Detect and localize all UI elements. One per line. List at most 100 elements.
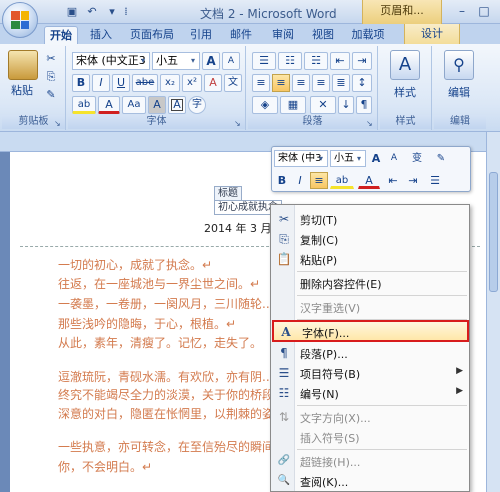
mini-phonetic-button[interactable]: 变 — [406, 150, 428, 167]
increase-indent-button[interactable]: ⇥ — [352, 52, 372, 70]
strikethrough-button[interactable]: abe — [132, 74, 158, 92]
office-button[interactable] — [2, 2, 38, 38]
tab-home[interactable]: 开始 — [44, 26, 78, 44]
mini-bold-button[interactable]: B — [274, 172, 290, 189]
mini-highlight-button[interactable]: ab — [330, 172, 354, 189]
font-name-dropdown-icon[interactable]: ▾ — [138, 54, 148, 68]
paragraph-launcher-icon[interactable]: ↘ — [366, 119, 375, 128]
grow-font-button[interactable]: A — [202, 52, 220, 70]
font-size-combo[interactable]: 小五 ▾ — [152, 52, 200, 70]
menu-item-cut[interactable]: ✂ 剪切(T) — [272, 209, 469, 229]
styles-icon[interactable]: A — [390, 50, 420, 80]
copy-icon[interactable]: ⎘ — [42, 68, 60, 86]
mini-center-button[interactable]: ≡ — [310, 172, 328, 189]
tab-view[interactable]: 视图 — [308, 26, 338, 44]
qat-customize-icon[interactable]: ⁞ — [118, 4, 134, 20]
menu-item-numbering[interactable]: ☷ 编号(N) ▶ — [272, 383, 469, 403]
tab-design[interactable]: 设计 — [404, 24, 460, 44]
font-size-dropdown-icon[interactable]: ▾ — [188, 54, 198, 68]
mini-font-color-button[interactable]: A — [358, 172, 380, 189]
doc-line-10[interactable]: 你，不会明白。↵ — [58, 458, 152, 475]
tab-review[interactable]: 审阅 — [268, 26, 298, 44]
minimize-button[interactable]: – — [452, 2, 472, 20]
numbering-button[interactable]: ☷ — [278, 52, 302, 70]
menu-item-paste[interactable]: 📋 粘贴(P) — [272, 249, 469, 269]
doc-line-6[interactable]: 逗澈琉阮，青砚水濡。有欢欣，亦有阴... — [58, 368, 273, 385]
vertical-scrollbar[interactable] — [486, 132, 500, 492]
font-name-combo[interactable]: 宋体 (中文正3 ▾ — [72, 52, 150, 70]
mini-font-size-dropdown-icon[interactable]: ▾ — [354, 152, 364, 166]
menu-item-remove-content-control[interactable]: 删除内容控件(E) — [272, 273, 469, 293]
editing-button[interactable]: 编辑 — [436, 84, 482, 102]
chinese-layout-button[interactable]: ✕ — [310, 96, 336, 114]
doc-line-3[interactable]: 一袭墨，一卷册，一阕风月，三川随轮... — [58, 295, 273, 312]
quick-styles-button[interactable]: 样式 — [382, 84, 428, 102]
doc-line-7[interactable]: 终究不能竭尽全力的淡漠，关于你的桥段... — [58, 386, 285, 403]
doc-line-5[interactable]: 从此，素年，清瘦了。记忆，走失了。 — [58, 334, 262, 351]
phonetic-guide-button[interactable]: 文 — [224, 74, 242, 92]
align-right-button[interactable]: ≡ — [292, 74, 310, 92]
doc-line-8[interactable]: 深意的对白，隐匿在怅惘里，以荆棘的姿... — [58, 405, 285, 422]
mini-font-name-dropdown-icon[interactable]: ▾ — [316, 152, 326, 166]
bold-button[interactable]: B — [72, 74, 90, 92]
align-left-button[interactable]: ≡ — [252, 74, 270, 92]
format-painter-icon[interactable]: ✎ — [42, 86, 60, 104]
enclose-char-button[interactable]: 字 — [188, 96, 206, 114]
tab-mailings[interactable]: 邮件 — [226, 26, 256, 44]
save-icon[interactable]: ▣ — [64, 4, 80, 20]
doc-line-2[interactable]: 往返，在一座城池与一界尘世之间。↵ — [58, 275, 260, 292]
char-shading-button[interactable]: A — [148, 96, 166, 114]
tab-addins[interactable]: 加载项 — [346, 26, 390, 44]
distributed-button[interactable]: ≣ — [332, 74, 350, 92]
cut-icon[interactable]: ✂ — [42, 50, 60, 68]
change-case-button[interactable]: Aa — [122, 96, 146, 114]
mini-bullets-icon[interactable]: ☰ — [424, 172, 446, 189]
header-tag[interactable]: 标题 — [214, 186, 242, 201]
doc-line-1[interactable]: 一切的初心，成就了执念。↵ — [58, 256, 212, 273]
font-launcher-icon[interactable]: ↘ — [234, 119, 243, 128]
mini-font-name-combo[interactable]: 宋体 (中3 ▾ — [274, 150, 328, 167]
mini-decrease-indent-icon[interactable]: ⇤ — [384, 172, 402, 189]
tab-insert[interactable]: 插入 — [86, 26, 116, 44]
paste-icon[interactable] — [8, 50, 38, 80]
mini-font-size-combo[interactable]: 小五 ▾ — [330, 150, 366, 167]
doc-line-4[interactable]: 那些浅吟的隐晦，于心，根植。↵ — [58, 315, 236, 332]
find-binoculars-icon[interactable]: ⚲ — [444, 50, 474, 80]
tab-page-layout[interactable]: 页面布局 — [126, 26, 178, 44]
mini-shrink-font-button[interactable]: A — [386, 150, 402, 167]
paste-button[interactable]: 粘贴 — [4, 82, 40, 100]
menu-item-copy[interactable]: ⎘ 复制(C) — [272, 229, 469, 249]
subscript-button[interactable]: x₂ — [160, 74, 180, 92]
line-spacing-button[interactable]: ↕ — [352, 74, 372, 92]
menu-item-paragraph[interactable]: ¶ 段落(P)... — [272, 343, 469, 363]
char-border-button[interactable]: A — [168, 96, 186, 114]
mini-italic-button[interactable]: I — [292, 172, 308, 189]
highlight-button[interactable]: ab — [72, 96, 96, 114]
tab-references[interactable]: 引用 — [186, 26, 216, 44]
italic-button[interactable]: I — [92, 74, 110, 92]
undo-icon[interactable]: ↶ — [84, 4, 100, 20]
justify-button[interactable]: ≡ — [312, 74, 330, 92]
mini-format-painter-icon[interactable]: ✎ — [430, 150, 452, 167]
menu-item-font[interactable]: A 字体(F)... — [272, 320, 469, 342]
bullets-button[interactable]: ☰ — [252, 52, 276, 70]
show-marks-button[interactable]: ¶ — [356, 96, 372, 114]
scrollbar-thumb[interactable] — [489, 172, 498, 292]
menu-item-lookup[interactable]: 🔍 查阅(K)... — [272, 471, 469, 491]
maximize-button[interactable]: □ — [474, 2, 494, 20]
borders-button[interactable]: ▦ — [280, 96, 306, 114]
doc-line-9[interactable]: 一些执意，亦可转念，在至信殆尽的瞬间... — [58, 438, 285, 455]
decrease-indent-button[interactable]: ⇤ — [330, 52, 350, 70]
multilevel-list-button[interactable]: ☵ — [304, 52, 328, 70]
mini-grow-font-button[interactable]: A — [368, 150, 384, 167]
menu-item-bullets[interactable]: ☰ 项目符号(B) ▶ — [272, 363, 469, 383]
sort-button[interactable]: ↓ — [338, 96, 354, 114]
font-color-button[interactable]: A — [98, 96, 120, 114]
align-center-button[interactable]: ≡ — [272, 74, 290, 92]
clipboard-launcher-icon[interactable]: ↘ — [54, 119, 63, 128]
underline-button[interactable]: U — [112, 74, 130, 92]
shading-button[interactable]: ◈ — [252, 96, 278, 114]
mini-increase-indent-icon[interactable]: ⇥ — [404, 172, 422, 189]
shrink-font-button[interactable]: A — [222, 52, 240, 70]
clear-format-button[interactable]: A — [204, 74, 222, 92]
